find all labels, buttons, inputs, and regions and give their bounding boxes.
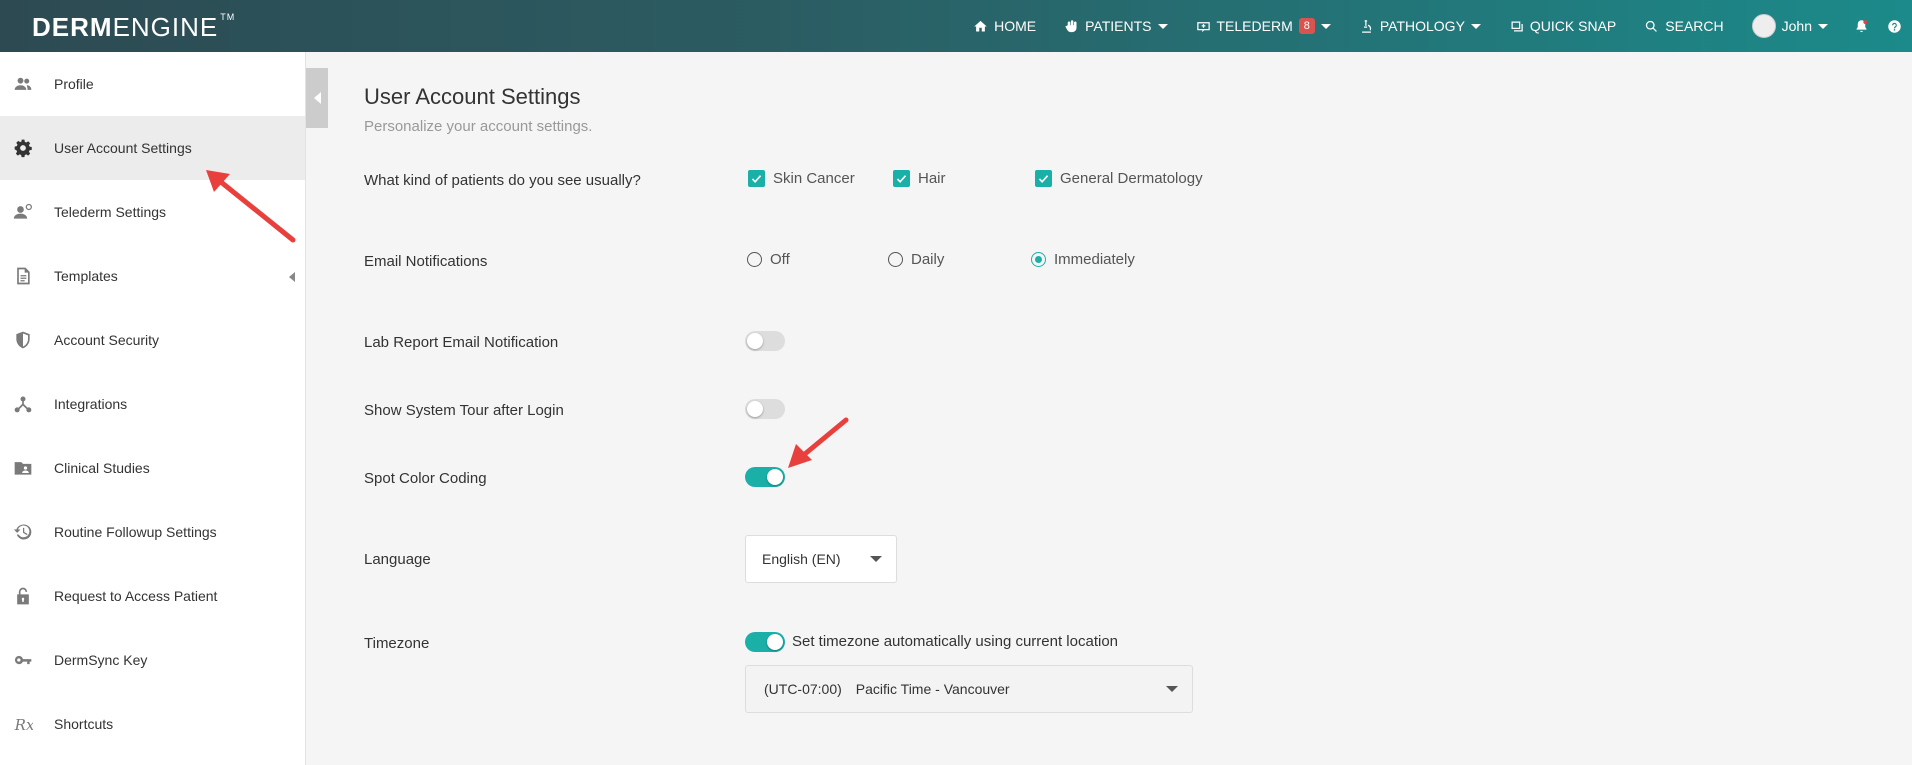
telederm-count-badge: 8: [1298, 18, 1315, 34]
radio-icon: [747, 252, 762, 267]
nav-pathology[interactable]: PATHOLOGY: [1345, 0, 1495, 52]
sidebar-item-profile[interactable]: Profile: [0, 52, 305, 116]
email-notifications-label: Email Notifications: [364, 253, 488, 270]
lab-report-toggle[interactable]: [745, 331, 785, 351]
sidebar-item-request-access[interactable]: Request to Access Patient: [0, 564, 305, 628]
annotation-arrow: [788, 417, 849, 468]
checkbox-skin-cancer[interactable]: Skin Cancer: [748, 170, 855, 187]
gear-icon: [12, 137, 34, 159]
people-icon: [12, 73, 34, 95]
radio-icon: [888, 252, 903, 267]
sidebar-item-shortcuts[interactable]: Rx Shortcuts: [0, 692, 305, 756]
checkbox-checked-icon: [1035, 170, 1052, 187]
system-tour-label: Show System Tour after Login: [364, 402, 564, 419]
nav-quick-snap[interactable]: QUICK SNAP: [1495, 0, 1630, 52]
sidebar-item-routine-followup[interactable]: Routine Followup Settings: [0, 500, 305, 564]
settings-sidebar: Profile User Account Settings Telederm S…: [0, 52, 306, 765]
language-label: Language: [364, 551, 431, 568]
timezone-select[interactable]: (UTC-07:00) Pacific Time - Vancouver: [745, 665, 1193, 713]
home-icon: [974, 20, 987, 31]
nav-user-menu[interactable]: John: [1738, 0, 1842, 52]
history-icon: [12, 521, 34, 543]
user-settings-icon: [12, 201, 34, 223]
chevron-down-icon: [870, 556, 882, 562]
sidebar-item-account-security[interactable]: Account Security: [0, 308, 305, 372]
document-icon: [12, 265, 34, 287]
main-nav: HOME PATIENTS TELEDERM 8 PATHOLOGY QUICK…: [959, 0, 1912, 52]
radio-email-off[interactable]: Off: [747, 251, 790, 268]
sidebar-item-clinical-studies[interactable]: Clinical Studies: [0, 436, 305, 500]
toggle-knob: [747, 401, 763, 417]
sidebar-item-templates[interactable]: Templates: [0, 244, 305, 308]
page-subtitle: Personalize your account settings.: [364, 118, 593, 135]
top-navbar: DERMENGINE TM HOME PATIENTS TELEDERM 8 PA…: [0, 0, 1912, 52]
spot-color-label: Spot Color Coding: [364, 470, 487, 487]
chevron-down-icon: [1157, 23, 1168, 29]
patients-question-label: What kind of patients do you see usually…: [364, 172, 641, 189]
network-icon: [12, 393, 34, 415]
chevron-down-icon: [1320, 23, 1331, 29]
nav-home[interactable]: HOME: [959, 0, 1050, 52]
system-tour-toggle[interactable]: [745, 399, 785, 419]
nav-search[interactable]: SEARCH: [1630, 0, 1737, 52]
lock-icon: [12, 585, 34, 607]
nav-help[interactable]: [1881, 0, 1912, 52]
chevron-down-icon: [1818, 23, 1828, 29]
photo-stack-icon: [1511, 21, 1523, 31]
toggle-knob: [767, 469, 783, 485]
help-icon: [1888, 19, 1901, 33]
timezone-auto-label: Set timezone automatically using current…: [792, 633, 1119, 650]
nav-telederm[interactable]: TELEDERM 8: [1182, 0, 1345, 52]
telederm-icon: [1196, 21, 1210, 32]
radio-email-daily[interactable]: Daily: [888, 251, 944, 268]
language-select[interactable]: English (EN): [745, 535, 897, 583]
rx-icon: Rx: [12, 713, 34, 735]
toggle-knob: [747, 333, 763, 349]
shield-icon: [12, 329, 34, 351]
spot-color-toggle[interactable]: [745, 467, 785, 487]
radio-selected-icon: [1031, 252, 1046, 267]
checkbox-hair[interactable]: Hair: [893, 170, 946, 187]
sidebar-collapse-button[interactable]: [306, 68, 328, 128]
dermengine-logo[interactable]: DERMENGINE TM: [32, 12, 235, 43]
sidebar-item-dermsync-key[interactable]: DermSync Key: [0, 628, 305, 692]
page-title: User Account Settings: [364, 84, 581, 109]
hand-icon: [1065, 19, 1077, 32]
chevron-left-icon[interactable]: [289, 272, 295, 282]
checkbox-general-dermatology[interactable]: General Dermatology: [1035, 170, 1203, 187]
timezone-label: Timezone: [364, 635, 430, 652]
lab-report-label: Lab Report Email Notification: [364, 334, 559, 351]
chevron-left-icon: [313, 92, 321, 104]
toggle-knob: [767, 634, 783, 650]
microscope-icon: [1361, 19, 1372, 33]
bell-icon: [1856, 19, 1868, 32]
search-icon: [1646, 20, 1658, 32]
key-icon: [12, 649, 34, 671]
annotation-arrow: [206, 170, 296, 243]
chevron-down-icon: [1470, 23, 1481, 29]
checkbox-checked-icon: [748, 170, 765, 187]
nav-patients[interactable]: PATIENTS: [1050, 0, 1181, 52]
checkbox-checked-icon: [893, 170, 910, 187]
svg-text:Rx: Rx: [14, 716, 33, 734]
radio-email-immediately[interactable]: Immediately: [1031, 251, 1135, 268]
folder-user-icon: [12, 457, 34, 479]
timezone-auto-toggle[interactable]: [745, 632, 785, 652]
sidebar-item-integrations[interactable]: Integrations: [0, 372, 305, 436]
nav-notifications[interactable]: [1842, 0, 1881, 52]
avatar: [1751, 14, 1776, 38]
chevron-down-icon: [1166, 686, 1178, 692]
